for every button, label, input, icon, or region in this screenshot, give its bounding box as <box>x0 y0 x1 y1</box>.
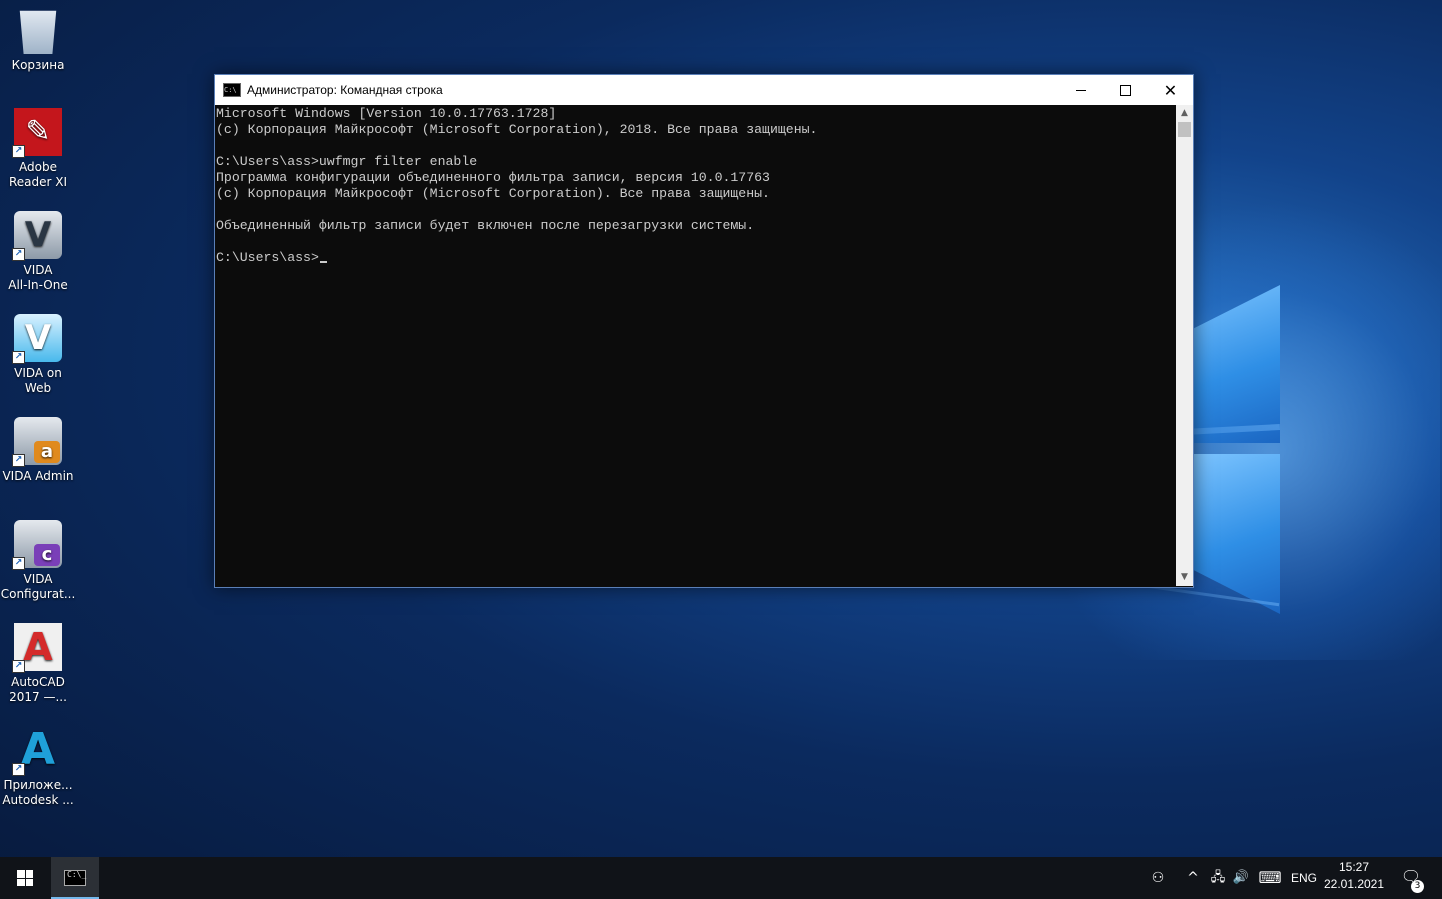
desktop-icon-label: All-In-One <box>8 278 68 292</box>
recycle-bin-icon <box>19 10 57 54</box>
windows-logo-icon <box>17 870 33 886</box>
clock-date: 22.01.2021 <box>1323 877 1385 891</box>
shortcut-arrow-icon: ↗ <box>12 248 25 261</box>
action-center-button[interactable]: 🗨 3 <box>1396 867 1426 893</box>
scroll-down-button[interactable]: ▼ <box>1176 569 1193 586</box>
desktop-icon-label: VIDA Admin <box>2 469 74 483</box>
start-button[interactable] <box>0 857 50 899</box>
desktop-icon-vida-all-in-one[interactable]: V ↗ VIDA All-In-One <box>0 211 76 293</box>
chevron-down-icon: ▼ <box>1181 572 1188 582</box>
desktop-icon-vida-admin[interactable]: a ↗ VIDA Admin <box>0 417 76 484</box>
people-icon[interactable]: ⚇ <box>1149 869 1167 887</box>
shortcut-arrow-icon: ↗ <box>12 660 25 673</box>
vida-config-badge: c <box>34 544 60 566</box>
show-hidden-icons-chevron-icon[interactable]: ^ <box>1185 869 1201 887</box>
taskbar-cmd-button[interactable]: C:\_ <box>51 857 99 899</box>
console-line: (c) Корпорация Майкрософт (Microsoft Cor… <box>216 122 818 137</box>
desktop-icon-label: 2017 —... <box>9 690 67 704</box>
clock-time: 15:27 <box>1338 860 1370 874</box>
taskbar-clock[interactable]: 15:27 22.01.2021 <box>1318 859 1390 893</box>
desktop-icon-label: Configurat... <box>0 587 76 601</box>
desktop-icon-label: VIDA on Web <box>14 366 62 395</box>
shortcut-arrow-icon: ↗ <box>12 557 25 570</box>
notification-count-badge: 3 <box>1411 880 1424 893</box>
desktop-icon-label: Adobe <box>19 160 57 174</box>
desktop-icon-vida-configurator[interactable]: c ↗ VIDA Configurat... <box>0 520 76 602</box>
minimize-button[interactable] <box>1058 75 1103 105</box>
vida-admin-icon: a ↗ <box>12 417 62 467</box>
desktop-icon-label: VIDA <box>23 263 53 277</box>
window-controls: ✕ <box>1058 75 1193 105</box>
desktop-icon-label: Autodesk ... <box>2 793 74 807</box>
taskbar: C:\_ ⚇ ^ 🖧 🔊 ⌨ ENG 15:27 22.01.2021 🗨 3 <box>0 857 1442 899</box>
console-output[interactable]: Microsoft Windows [Version 10.0.17763.17… <box>215 105 1175 587</box>
cmd-taskbar-icon: C:\_ <box>64 870 86 886</box>
desktop-icon-label: Reader XI <box>8 175 68 189</box>
text-cursor <box>319 261 327 263</box>
window-titlebar[interactable]: C:\ Администратор: Командная строка ✕ <box>215 75 1193 105</box>
scrollbar-thumb[interactable] <box>1178 122 1191 137</box>
vertical-scrollbar[interactable]: ▲ ▼ <box>1176 105 1193 586</box>
adobe-reader-icon: ✎ ↗ <box>12 108 62 158</box>
maximize-button[interactable] <box>1103 75 1148 105</box>
desktop-icon-autodesk-app[interactable]: A ↗ Приложе... Autodesk ... <box>0 726 76 808</box>
minimize-icon <box>1075 89 1086 91</box>
console-prompt-line[interactable]: C:\Users\ass> <box>215 250 1175 266</box>
console-line: Microsoft Windows [Version 10.0.17763.17… <box>216 106 557 121</box>
shortcut-arrow-icon: ↗ <box>12 145 25 158</box>
cmd-window[interactable]: C:\ Администратор: Командная строка ✕ Mi… <box>214 74 1194 588</box>
network-icon[interactable]: 🖧 <box>1208 869 1228 887</box>
desktop-icon-label: Корзина <box>11 58 65 72</box>
console-line: Программа конфигурации объединенного фил… <box>216 170 770 185</box>
shortcut-arrow-icon: ↗ <box>12 454 25 467</box>
desktop-icon-label: AutoCAD <box>11 675 65 689</box>
maximize-icon <box>1120 84 1131 96</box>
console-line: Объединенный фильтр записи будет включен… <box>216 218 755 233</box>
desktop-icon-label: VIDA <box>23 572 53 586</box>
scroll-up-button[interactable]: ▲ <box>1176 105 1193 122</box>
cmd-app-icon: C:\ <box>223 83 241 97</box>
console-line: C:\Users\ass>uwfmgr filter enable <box>216 154 478 169</box>
input-language-indicator[interactable]: ENG <box>1291 869 1317 887</box>
desktop-icon-autocad[interactable]: A ↗ AutoCAD 2017 —... <box>0 623 76 705</box>
vida-icon: V ↗ <box>12 211 62 261</box>
desktop-icon-label: Приложе... <box>3 778 73 792</box>
vida-admin-badge: a <box>34 441 60 463</box>
desktop-icon-vida-on-web[interactable]: V ↗ VIDA on Web <box>0 314 76 396</box>
console-line: (c) Корпорация Майкрософт (Microsoft Cor… <box>216 186 770 201</box>
chevron-up-icon: ▲ <box>1181 108 1188 118</box>
window-title: Администратор: Командная строка <box>247 83 443 97</box>
vida-web-icon: V ↗ <box>12 314 62 364</box>
autodesk-icon: A ↗ <box>12 726 62 776</box>
touch-keyboard-icon[interactable]: ⌨ <box>1257 869 1283 887</box>
shortcut-arrow-icon: ↗ <box>12 351 25 364</box>
close-button[interactable]: ✕ <box>1148 75 1193 105</box>
desktop-icon-recycle-bin[interactable]: Корзина <box>0 6 76 73</box>
console-prompt: C:\Users\ass> <box>216 250 319 265</box>
vida-config-icon: c ↗ <box>12 520 62 570</box>
autocad-icon: A ↗ <box>12 623 62 673</box>
desktop-icon-adobe-reader[interactable]: ✎ ↗ Adobe Reader XI <box>0 108 76 190</box>
volume-icon[interactable]: 🔊 <box>1231 869 1251 887</box>
shortcut-arrow-icon: ↗ <box>12 763 25 776</box>
close-icon: ✕ <box>1163 80 1178 100</box>
